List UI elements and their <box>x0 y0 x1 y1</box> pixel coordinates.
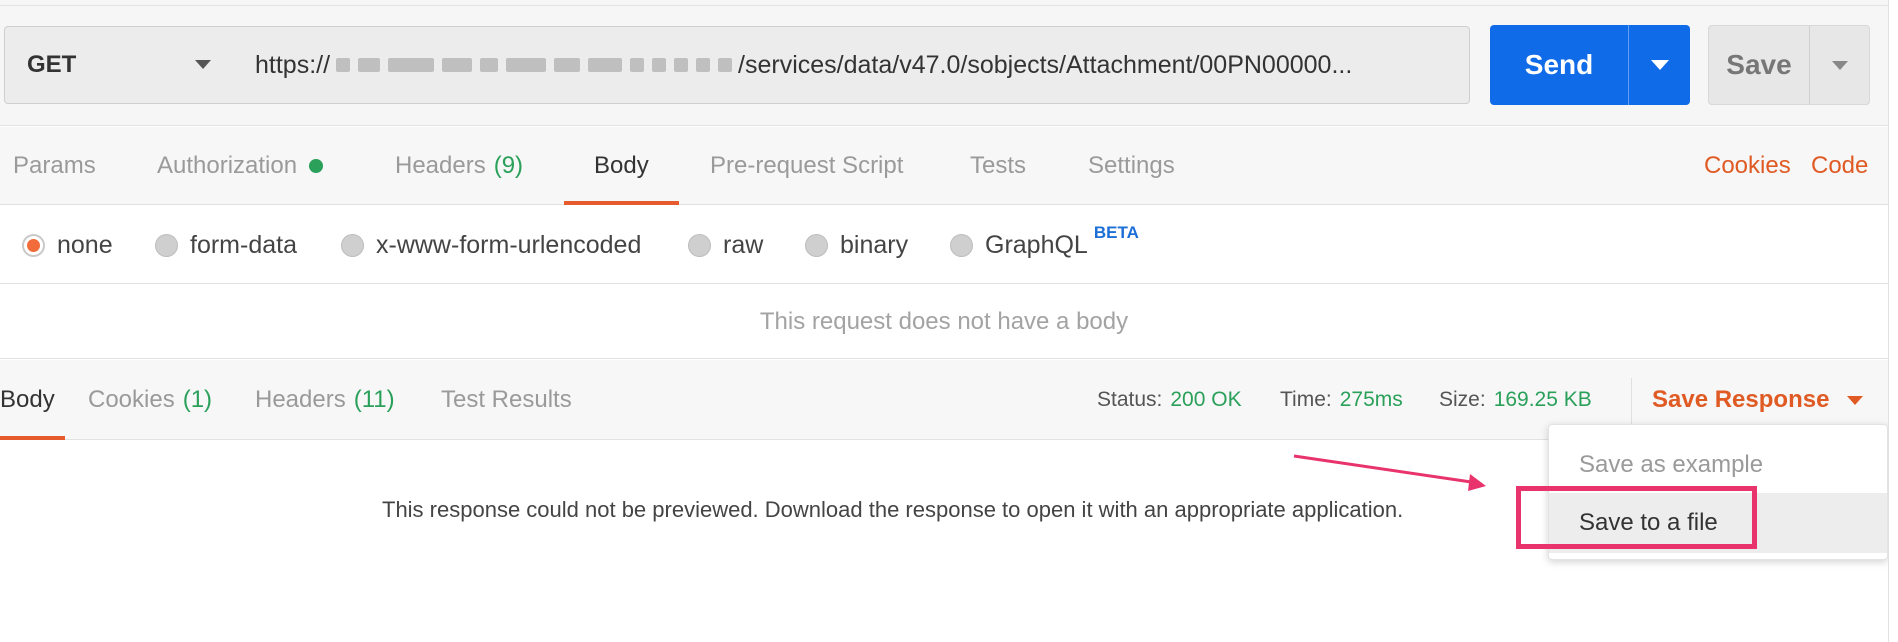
request-tabs: Params Authorization Headers (9) Body Pre… <box>0 127 1898 205</box>
radio-label: GraphQL <box>985 230 1088 259</box>
chevron-down-icon <box>1847 395 1864 405</box>
url-suffix: /services/data/v47.0/sobjects/Attachment… <box>738 50 1353 79</box>
divider <box>1631 378 1632 424</box>
status-value: 200 OK <box>1170 388 1242 411</box>
size-value: 169.25 KB <box>1493 388 1592 411</box>
annotation-highlight-box <box>1516 486 1757 549</box>
response-tab-test-results[interactable]: Test Results <box>441 360 572 440</box>
redacted-host <box>336 58 733 72</box>
tab-authorization[interactable]: Authorization <box>157 127 324 205</box>
response-preview-message: This response could not be previewed. Do… <box>382 497 1404 522</box>
radio-raw[interactable]: raw <box>688 206 763 284</box>
active-tab-indicator <box>0 436 65 440</box>
tab-tests[interactable]: Tests <box>970 127 1026 205</box>
beta-badge: BETA <box>1093 223 1139 242</box>
radio-binary[interactable]: binary <box>805 206 908 284</box>
tab-label: Tests <box>970 152 1027 179</box>
save-button[interactable]: Save <box>1708 25 1870 105</box>
url-prefix: https:// <box>255 50 331 79</box>
radio-form-data[interactable]: form-data <box>155 206 297 284</box>
size-label: Size: <box>1439 388 1486 411</box>
status-label: Status: <box>1097 388 1163 411</box>
tab-params[interactable]: Params <box>13 127 96 205</box>
radio-label: x-www-form-urlencoded <box>376 230 642 259</box>
radio-label: form-data <box>190 230 297 259</box>
radio-icon <box>805 233 828 257</box>
radio-none[interactable]: none <box>22 206 113 284</box>
time-info: Time: 275ms <box>1280 360 1403 440</box>
radio-icon <box>341 233 364 257</box>
time-value: 275ms <box>1339 388 1403 411</box>
tab-label: Pre-request Script <box>710 152 904 179</box>
save-response-label: Save Response <box>1652 386 1830 413</box>
request-bar: GET https:// /services/data/v47.0/sobjec… <box>0 0 1898 126</box>
tab-settings[interactable]: Settings <box>1088 127 1175 205</box>
method-label: GET <box>27 51 77 78</box>
top-border <box>0 5 1888 6</box>
radio-graphql[interactable]: GraphQL BETA <box>950 206 1139 284</box>
radio-icon <box>155 233 178 257</box>
scrollbar-track[interactable] <box>1888 0 1898 642</box>
tab-label: Body <box>0 386 55 413</box>
annotation-arrow <box>1293 454 1486 491</box>
status-dot-icon <box>309 159 324 173</box>
tab-label: Body <box>594 152 649 179</box>
send-label: Send <box>1524 49 1594 80</box>
radio-selected-icon <box>22 233 45 257</box>
code-link[interactable]: Code <box>1811 127 1868 205</box>
radio-icon <box>688 233 711 257</box>
tab-body[interactable]: Body <box>564 127 679 205</box>
radio-label: binary <box>840 230 909 259</box>
tab-prerequest-script[interactable]: Pre-request Script <box>710 127 903 205</box>
tab-headers[interactable]: Headers (9) <box>395 127 523 205</box>
tab-label: Settings <box>1088 152 1175 179</box>
save-options-button[interactable] <box>1810 26 1870 104</box>
response-tab-cookies[interactable]: Cookies (1) <box>88 360 212 440</box>
chevron-down-icon <box>195 60 211 69</box>
no-body-message: This request does not have a body <box>0 285 1888 359</box>
radio-label: none <box>57 230 113 259</box>
tab-label: Test Results <box>441 386 572 413</box>
method-select[interactable]: GET <box>4 26 236 104</box>
radio-x-www-form-urlencoded[interactable]: x-www-form-urlencoded <box>341 206 641 284</box>
tab-label: Headers <box>255 386 346 413</box>
tab-count: (1) <box>182 386 213 413</box>
tab-label: Headers <box>395 152 486 179</box>
url-input[interactable]: https:// /services/data/v47.0/sobjects/A… <box>235 26 1470 104</box>
tab-label: Params <box>13 152 96 179</box>
send-button[interactable]: Send <box>1490 25 1690 105</box>
response-tab-headers[interactable]: Headers (11) <box>255 360 395 440</box>
status-info: Status: 200 OK <box>1097 360 1242 440</box>
radio-label: raw <box>723 230 764 259</box>
response-tab-body[interactable]: Body <box>0 360 65 440</box>
body-type-options: none form-data x-www-form-urlencoded raw… <box>0 206 1898 284</box>
tab-label: Cookies <box>88 386 175 413</box>
cookies-link[interactable]: Cookies <box>1704 127 1791 205</box>
chevron-down-icon <box>1832 60 1848 70</box>
tab-count: (11) <box>353 386 395 413</box>
chevron-down-icon <box>1650 60 1669 70</box>
time-label: Time: <box>1280 388 1332 411</box>
tab-label: Authorization <box>157 152 298 179</box>
save-label: Save <box>1726 49 1792 80</box>
send-options-button[interactable] <box>1629 25 1690 105</box>
radio-icon <box>950 233 973 257</box>
active-tab-indicator <box>564 201 679 205</box>
tab-count: (9) <box>493 152 524 179</box>
